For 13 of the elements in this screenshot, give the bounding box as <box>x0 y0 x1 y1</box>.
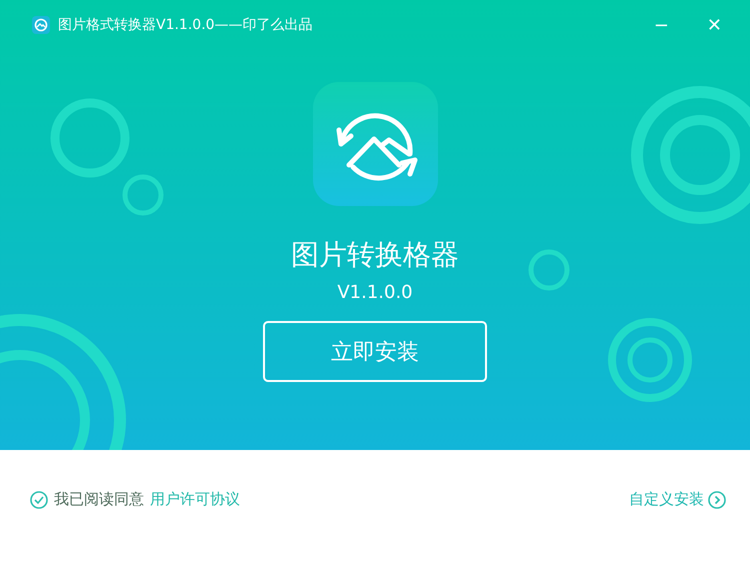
agreement-text: 我已阅读同意 <box>54 490 144 509</box>
version-label: V1.1.0.0 <box>337 282 413 303</box>
window-title: 图片格式转换器V1.1.0.0——印了么出品 <box>58 16 314 34</box>
chevron-circle-icon <box>708 490 726 508</box>
app-logo-icon <box>32 16 50 34</box>
app-logo-icon <box>312 82 438 206</box>
app-name: 图片转换格器 <box>291 237 459 273</box>
custom-install-button[interactable]: 自定义安装 <box>629 490 726 509</box>
close-button[interactable]: ✕ <box>700 14 728 36</box>
install-button[interactable]: 立即安装 <box>263 321 487 382</box>
check-icon[interactable] <box>30 490 48 508</box>
minimize-button[interactable]: − <box>648 14 675 36</box>
license-link[interactable]: 用户许可协议 <box>150 490 240 509</box>
